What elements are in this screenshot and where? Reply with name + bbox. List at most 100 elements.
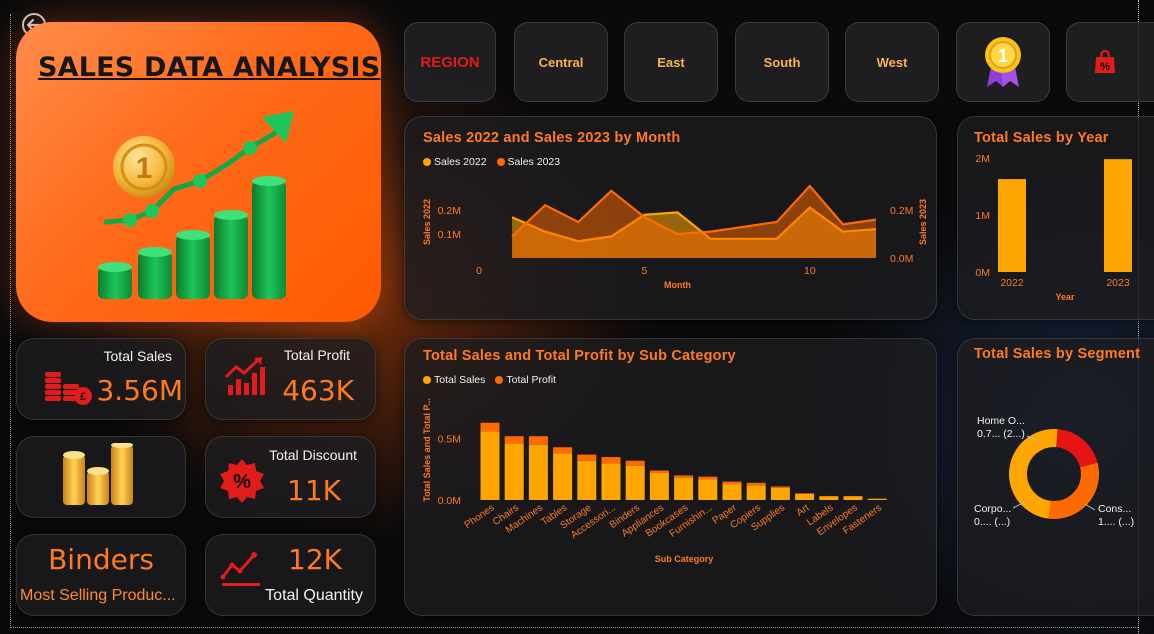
growth-chart-icon: 1 bbox=[98, 111, 294, 299]
svg-text:1: 1 bbox=[136, 152, 153, 185]
subcategory-bar-chart[interactable]: PhonesChairsMachinesTablesStorageAccesso… bbox=[404, 338, 937, 616]
bar-total-sales bbox=[698, 479, 718, 500]
monthly-area-chart[interactable]: 0.1M 0.2M 0.0M 0.2M 0 5 10 Month Sales 2022 Sales… bbox=[404, 116, 937, 320]
y-tick-label-right: 0.2M bbox=[890, 205, 913, 217]
medal-button[interactable]: 1 bbox=[956, 22, 1050, 102]
total-profit-card: Total Profit 463K bbox=[205, 338, 376, 420]
bar-total-profit bbox=[577, 454, 597, 461]
bar-total-sales bbox=[674, 477, 694, 500]
region-button-label: South bbox=[763, 54, 801, 70]
region-button-label: Central bbox=[538, 54, 584, 70]
donut-value-label: 0.... (...) bbox=[974, 516, 1010, 528]
region-button-south[interactable]: South bbox=[735, 22, 829, 102]
bar-total-profit bbox=[480, 422, 500, 432]
svg-text:%: % bbox=[233, 471, 251, 493]
kpi-label: Total Discount bbox=[269, 447, 357, 463]
y-tick-label: 0M bbox=[975, 267, 990, 279]
x-tick-label: 5 bbox=[641, 265, 647, 277]
y-axis-title-left: Sales 2022 bbox=[422, 199, 432, 245]
x-tick-label: 10 bbox=[804, 265, 816, 277]
region-button-label: East bbox=[657, 54, 685, 70]
bar-total-profit bbox=[625, 460, 645, 466]
y-tick-label-left: 0.2M bbox=[438, 205, 461, 217]
svg-text:%: % bbox=[1100, 61, 1110, 73]
donut-label: Corpo... bbox=[974, 503, 1011, 515]
discount-button[interactable]: % bbox=[1066, 22, 1154, 102]
donut-value-label: 1.... (...) bbox=[1098, 516, 1134, 528]
bar-total-profit bbox=[674, 475, 694, 478]
donut-label: Home O... bbox=[977, 415, 1025, 427]
best-seller-label: Most Selling Produc... bbox=[20, 587, 176, 604]
bar-total-sales bbox=[746, 485, 766, 500]
svg-text:1: 1 bbox=[998, 46, 1008, 66]
y-tick-label: 0.0M bbox=[438, 495, 461, 507]
segment-donut-chart[interactable]: Home O...0.7... (2...) Corpo...0.... (...… bbox=[957, 338, 1154, 616]
coins-icon bbox=[63, 443, 133, 505]
x-tick-label: 0 bbox=[476, 265, 482, 277]
bar-total-sales bbox=[504, 443, 524, 500]
x-axis-title: Month bbox=[664, 280, 691, 290]
kpi-value: 12K bbox=[288, 543, 342, 576]
x-axis-title: Year bbox=[1055, 292, 1075, 302]
yearly-bar-chart[interactable]: 2022 2023 0M 1M 2M Year bbox=[957, 116, 1154, 320]
region-button-east[interactable]: East bbox=[624, 22, 718, 102]
x-axis-title: Sub Category bbox=[655, 554, 714, 564]
leader-line bbox=[1084, 503, 1096, 511]
bar-total-sales bbox=[553, 453, 573, 500]
y-tick-label-right: 0.0M bbox=[890, 253, 913, 265]
donut-label: Cons... bbox=[1098, 503, 1131, 515]
region-button-label: West bbox=[876, 54, 908, 70]
bar-total-sales bbox=[601, 463, 621, 500]
coins-stack-icon: £ bbox=[45, 372, 92, 405]
best-seller-value: Binders bbox=[48, 543, 154, 576]
donut-value-label: 0.7... (2...) bbox=[977, 428, 1025, 440]
bar-total-profit bbox=[770, 486, 790, 488]
kpi-label: Total Profit bbox=[283, 347, 350, 363]
bar-total-sales bbox=[649, 473, 669, 500]
bar-total-sales bbox=[770, 487, 790, 500]
x-tick-label: 2023 bbox=[1106, 277, 1130, 289]
bar-total-profit bbox=[553, 447, 573, 454]
profit-growth-icon bbox=[224, 357, 265, 395]
region-button-west[interactable]: West bbox=[845, 22, 939, 102]
bar-total-sales bbox=[843, 496, 863, 500]
series-area-1 bbox=[512, 186, 876, 258]
bar-total-sales bbox=[795, 493, 815, 500]
line-growth-icon bbox=[220, 552, 260, 586]
discount-badge-icon: % bbox=[220, 459, 264, 503]
medal-icon: 1 bbox=[985, 37, 1021, 87]
y-axis-title-right: Sales 2023 bbox=[918, 199, 928, 245]
kpi-label: Total Sales bbox=[103, 348, 172, 364]
kpi-value: 11K bbox=[287, 474, 341, 507]
y-tick-label: 2M bbox=[975, 153, 990, 165]
kpi-value: 3.56M bbox=[96, 374, 183, 407]
bar-total-sales bbox=[528, 444, 548, 500]
best-seller-card: Binders Most Selling Produc... bbox=[16, 534, 186, 616]
region-label-text: REGION bbox=[420, 53, 480, 71]
bar-total-profit bbox=[649, 470, 669, 474]
bar-total-profit bbox=[746, 482, 766, 486]
bar-total-sales bbox=[722, 484, 742, 500]
total-discount-card: % Total Discount 11K bbox=[205, 436, 376, 518]
bar-total-profit bbox=[504, 436, 524, 444]
year-bar bbox=[998, 179, 1026, 272]
bar-total-sales bbox=[625, 465, 645, 500]
bar-total-profit bbox=[698, 476, 718, 480]
y-tick-label: 0.5M bbox=[438, 434, 461, 446]
discount-bag-icon: % bbox=[1094, 49, 1115, 73]
bar-total-profit bbox=[601, 457, 621, 464]
bar-total-sales bbox=[867, 498, 887, 500]
y-tick-label: 1M bbox=[975, 210, 990, 222]
region-button-central[interactable]: Central bbox=[514, 22, 608, 102]
title-panel: SALES DATA ANALYSIS 1 bbox=[16, 22, 381, 322]
region-slicer-label: REGION bbox=[404, 22, 496, 102]
total-sales-card: £ Total Sales 3.56M bbox=[16, 338, 186, 420]
coins-card bbox=[16, 436, 186, 518]
bar-total-sales bbox=[480, 431, 500, 500]
year-bar bbox=[1104, 159, 1132, 272]
kpi-label: Total Quantity bbox=[265, 587, 363, 604]
y-tick-label-left: 0.1M bbox=[438, 229, 461, 241]
kpi-value: 463K bbox=[282, 374, 354, 407]
bar-total-sales bbox=[819, 496, 839, 500]
bar-total-sales bbox=[577, 460, 597, 500]
